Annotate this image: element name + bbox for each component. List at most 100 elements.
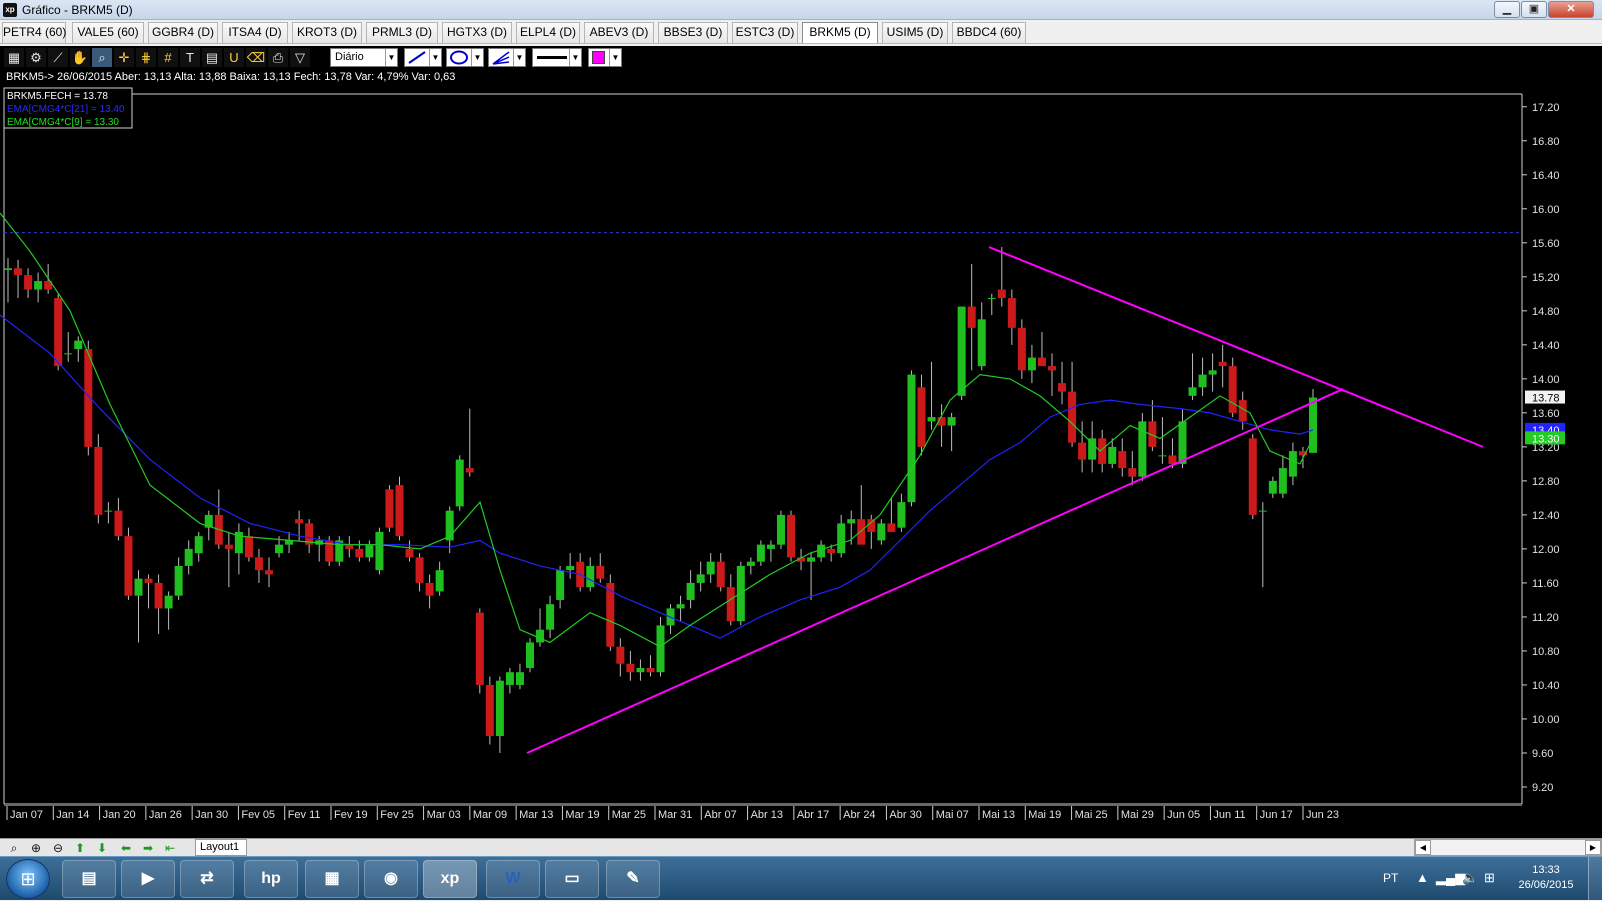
scroll-left-icon[interactable]: ◀ bbox=[1415, 840, 1431, 855]
price-tick-label: 11.20 bbox=[1532, 612, 1559, 624]
taskbar-app-xp[interactable]: xp bbox=[423, 860, 477, 898]
tab-krot3[interactable]: KROT3 (D) bbox=[292, 22, 362, 43]
arrow-right-icon[interactable]: ➡ bbox=[138, 840, 158, 856]
candle-body bbox=[485, 684, 494, 736]
tab-bbdc4[interactable]: BBDC4 (60) bbox=[952, 22, 1026, 43]
fan-tool-dropdown[interactable]: ▼ bbox=[488, 48, 526, 67]
zoom-in-icon[interactable]: ⊕ bbox=[26, 840, 46, 856]
scroll-right-icon[interactable]: ▶ bbox=[1585, 840, 1601, 855]
line-color-dropdown[interactable]: ▼ bbox=[588, 48, 622, 67]
candle bbox=[977, 302, 986, 371]
volume-icon[interactable]: 🔈 bbox=[1462, 870, 1478, 886]
date-tick-label: Mai 13 bbox=[982, 809, 1015, 821]
chart-type-icon[interactable]: ▦ bbox=[4, 48, 24, 67]
network-icon: ⇄ bbox=[200, 870, 214, 887]
period-select[interactable]: Diário ▼ bbox=[330, 48, 398, 67]
shape-tool-dropdown[interactable]: ▼ bbox=[446, 48, 484, 67]
candle bbox=[355, 540, 364, 562]
crosshair-icon[interactable]: ✛ bbox=[114, 48, 134, 67]
price-tick-label: 14.40 bbox=[1532, 340, 1560, 352]
signal-icon[interactable]: ▂▄▆ bbox=[1436, 870, 1465, 886]
legend-item: EMA[CMG4*C[9] = 13.30 bbox=[7, 117, 119, 128]
tab-elpl4[interactable]: ELPL4 (D) bbox=[516, 22, 580, 43]
chart-legend: BRKM5.FECH = 13.78 EMA[CMG4*C[21] = 13.40… bbox=[3, 87, 133, 129]
text-tool-icon[interactable]: T bbox=[180, 48, 200, 67]
candle-body bbox=[1118, 451, 1127, 469]
price-chart[interactable]: 17.20 16.80 16.40 16.00 15.60 15.20 14.80 14.40… bbox=[0, 86, 1602, 838]
start-button[interactable]: ⊞ bbox=[6, 859, 50, 899]
candle-body bbox=[947, 417, 956, 426]
price-tick-label: 16.40 bbox=[1532, 170, 1560, 182]
gear-icon[interactable]: ⚙ bbox=[26, 48, 46, 67]
show-desktop-button[interactable] bbox=[1588, 857, 1602, 901]
taskbar-app-media[interactable]: ▶ bbox=[121, 860, 175, 898]
candle-body bbox=[24, 275, 33, 290]
maximize-button[interactable]: ▣ bbox=[1521, 1, 1547, 18]
candle bbox=[385, 485, 394, 532]
tray-expand-icon[interactable]: ▲ bbox=[1416, 870, 1429, 885]
chevron-down-icon: ▼ bbox=[429, 49, 441, 66]
arrow-end-icon[interactable]: ⇤ bbox=[160, 840, 180, 856]
zoom-out-icon[interactable]: ⊖ bbox=[48, 840, 68, 856]
filter-icon[interactable]: ▽ bbox=[290, 48, 310, 67]
grid-icon[interactable]: # bbox=[158, 48, 178, 67]
fibonacci-icon[interactable]: ⋕ bbox=[136, 48, 156, 67]
system-clock[interactable]: 13:33 26/06/2015 bbox=[1510, 863, 1582, 893]
tab-brkm5[interactable]: BRKM5 (D) bbox=[802, 22, 878, 43]
taskbar-app-hp[interactable]: hp bbox=[244, 860, 298, 898]
candle bbox=[4, 258, 12, 303]
candle bbox=[154, 574, 163, 634]
zoom-select-icon[interactable]: ⌕ bbox=[92, 48, 112, 67]
candle bbox=[1248, 434, 1257, 520]
language-indicator[interactable]: PT bbox=[1383, 871, 1398, 885]
taskbar-app-folder[interactable]: ▤ bbox=[62, 860, 116, 898]
date-tick-label: Mar 03 bbox=[427, 809, 461, 821]
tab-usim5[interactable]: USIM5 (D) bbox=[882, 22, 948, 43]
magnet-icon[interactable]: U bbox=[224, 48, 244, 67]
horizontal-scrollbar[interactable]: ◀ ▶ bbox=[1414, 839, 1602, 856]
hand-icon[interactable]: ✋ bbox=[70, 48, 90, 67]
line-tool-dropdown[interactable]: ▼ bbox=[404, 48, 442, 67]
close-button[interactable]: ✕ bbox=[1548, 1, 1594, 18]
taskbar-app-photo-viewer[interactable]: ▭ bbox=[545, 860, 599, 898]
tab-ggbr4[interactable]: GGBR4 (D) bbox=[148, 22, 218, 43]
candle-body bbox=[1027, 357, 1036, 371]
tab-itsa4[interactable]: ITSA4 (D) bbox=[222, 22, 288, 43]
print-icon[interactable]: ⎙ bbox=[268, 48, 288, 67]
tab-vale5[interactable]: VALE5 (60) bbox=[72, 22, 144, 43]
arrow-down-icon[interactable]: ⬇ bbox=[92, 840, 112, 856]
candle bbox=[265, 557, 273, 588]
tab-bbse3[interactable]: BBSE3 (D) bbox=[658, 22, 728, 43]
price-chart-panel[interactable]: 17.20 16.80 16.40 16.00 15.60 15.20 14.80 14.40… bbox=[0, 86, 1602, 838]
line-style-dropdown[interactable]: ▼ bbox=[532, 48, 582, 67]
candle bbox=[114, 497, 123, 541]
tab-estc3[interactable]: ESTC3 (D) bbox=[732, 22, 798, 43]
candle bbox=[997, 247, 1006, 307]
taskbar-app-word[interactable]: W bbox=[486, 860, 540, 898]
taskbar-app-paint[interactable]: ✎ bbox=[606, 860, 660, 898]
taskbar-app-chrome[interactable]: ◉ bbox=[364, 860, 418, 898]
tab-prml3[interactable]: PRML3 (D) bbox=[366, 22, 438, 43]
candle bbox=[1258, 502, 1267, 588]
zoom-fit-icon[interactable]: ⌕ bbox=[4, 840, 24, 856]
candle bbox=[1078, 421, 1087, 473]
price-tick-label: 15.20 bbox=[1532, 272, 1560, 284]
eraser-icon[interactable]: ⌫ bbox=[246, 48, 266, 67]
tab-abev3[interactable]: ABEV3 (D) bbox=[584, 22, 654, 43]
minimize-button[interactable]: ▁ bbox=[1494, 1, 1520, 18]
arrow-up-icon[interactable]: ⬆ bbox=[70, 840, 90, 856]
candle-body bbox=[74, 340, 83, 350]
layout-tab[interactable]: Layout1 bbox=[195, 839, 247, 856]
action-center-icon[interactable]: ⊞ bbox=[1484, 870, 1495, 886]
tab-hgtx3[interactable]: HGTX3 (D) bbox=[442, 22, 512, 43]
period-value: Diário bbox=[335, 51, 364, 63]
candle-body bbox=[807, 557, 816, 562]
table-icon[interactable]: ▤ bbox=[202, 48, 222, 67]
taskbar-app-image-tool[interactable]: ▦ bbox=[305, 860, 359, 898]
indicator-icon[interactable]: ⟋ bbox=[48, 48, 68, 67]
taskbar-app-network[interactable]: ⇄ bbox=[180, 860, 234, 898]
candle-body bbox=[505, 672, 514, 685]
tab-petr4[interactable]: PETR4 (60) bbox=[2, 22, 66, 43]
fan-tool-icon bbox=[492, 51, 510, 65]
arrow-left-icon[interactable]: ⬅ bbox=[116, 840, 136, 856]
